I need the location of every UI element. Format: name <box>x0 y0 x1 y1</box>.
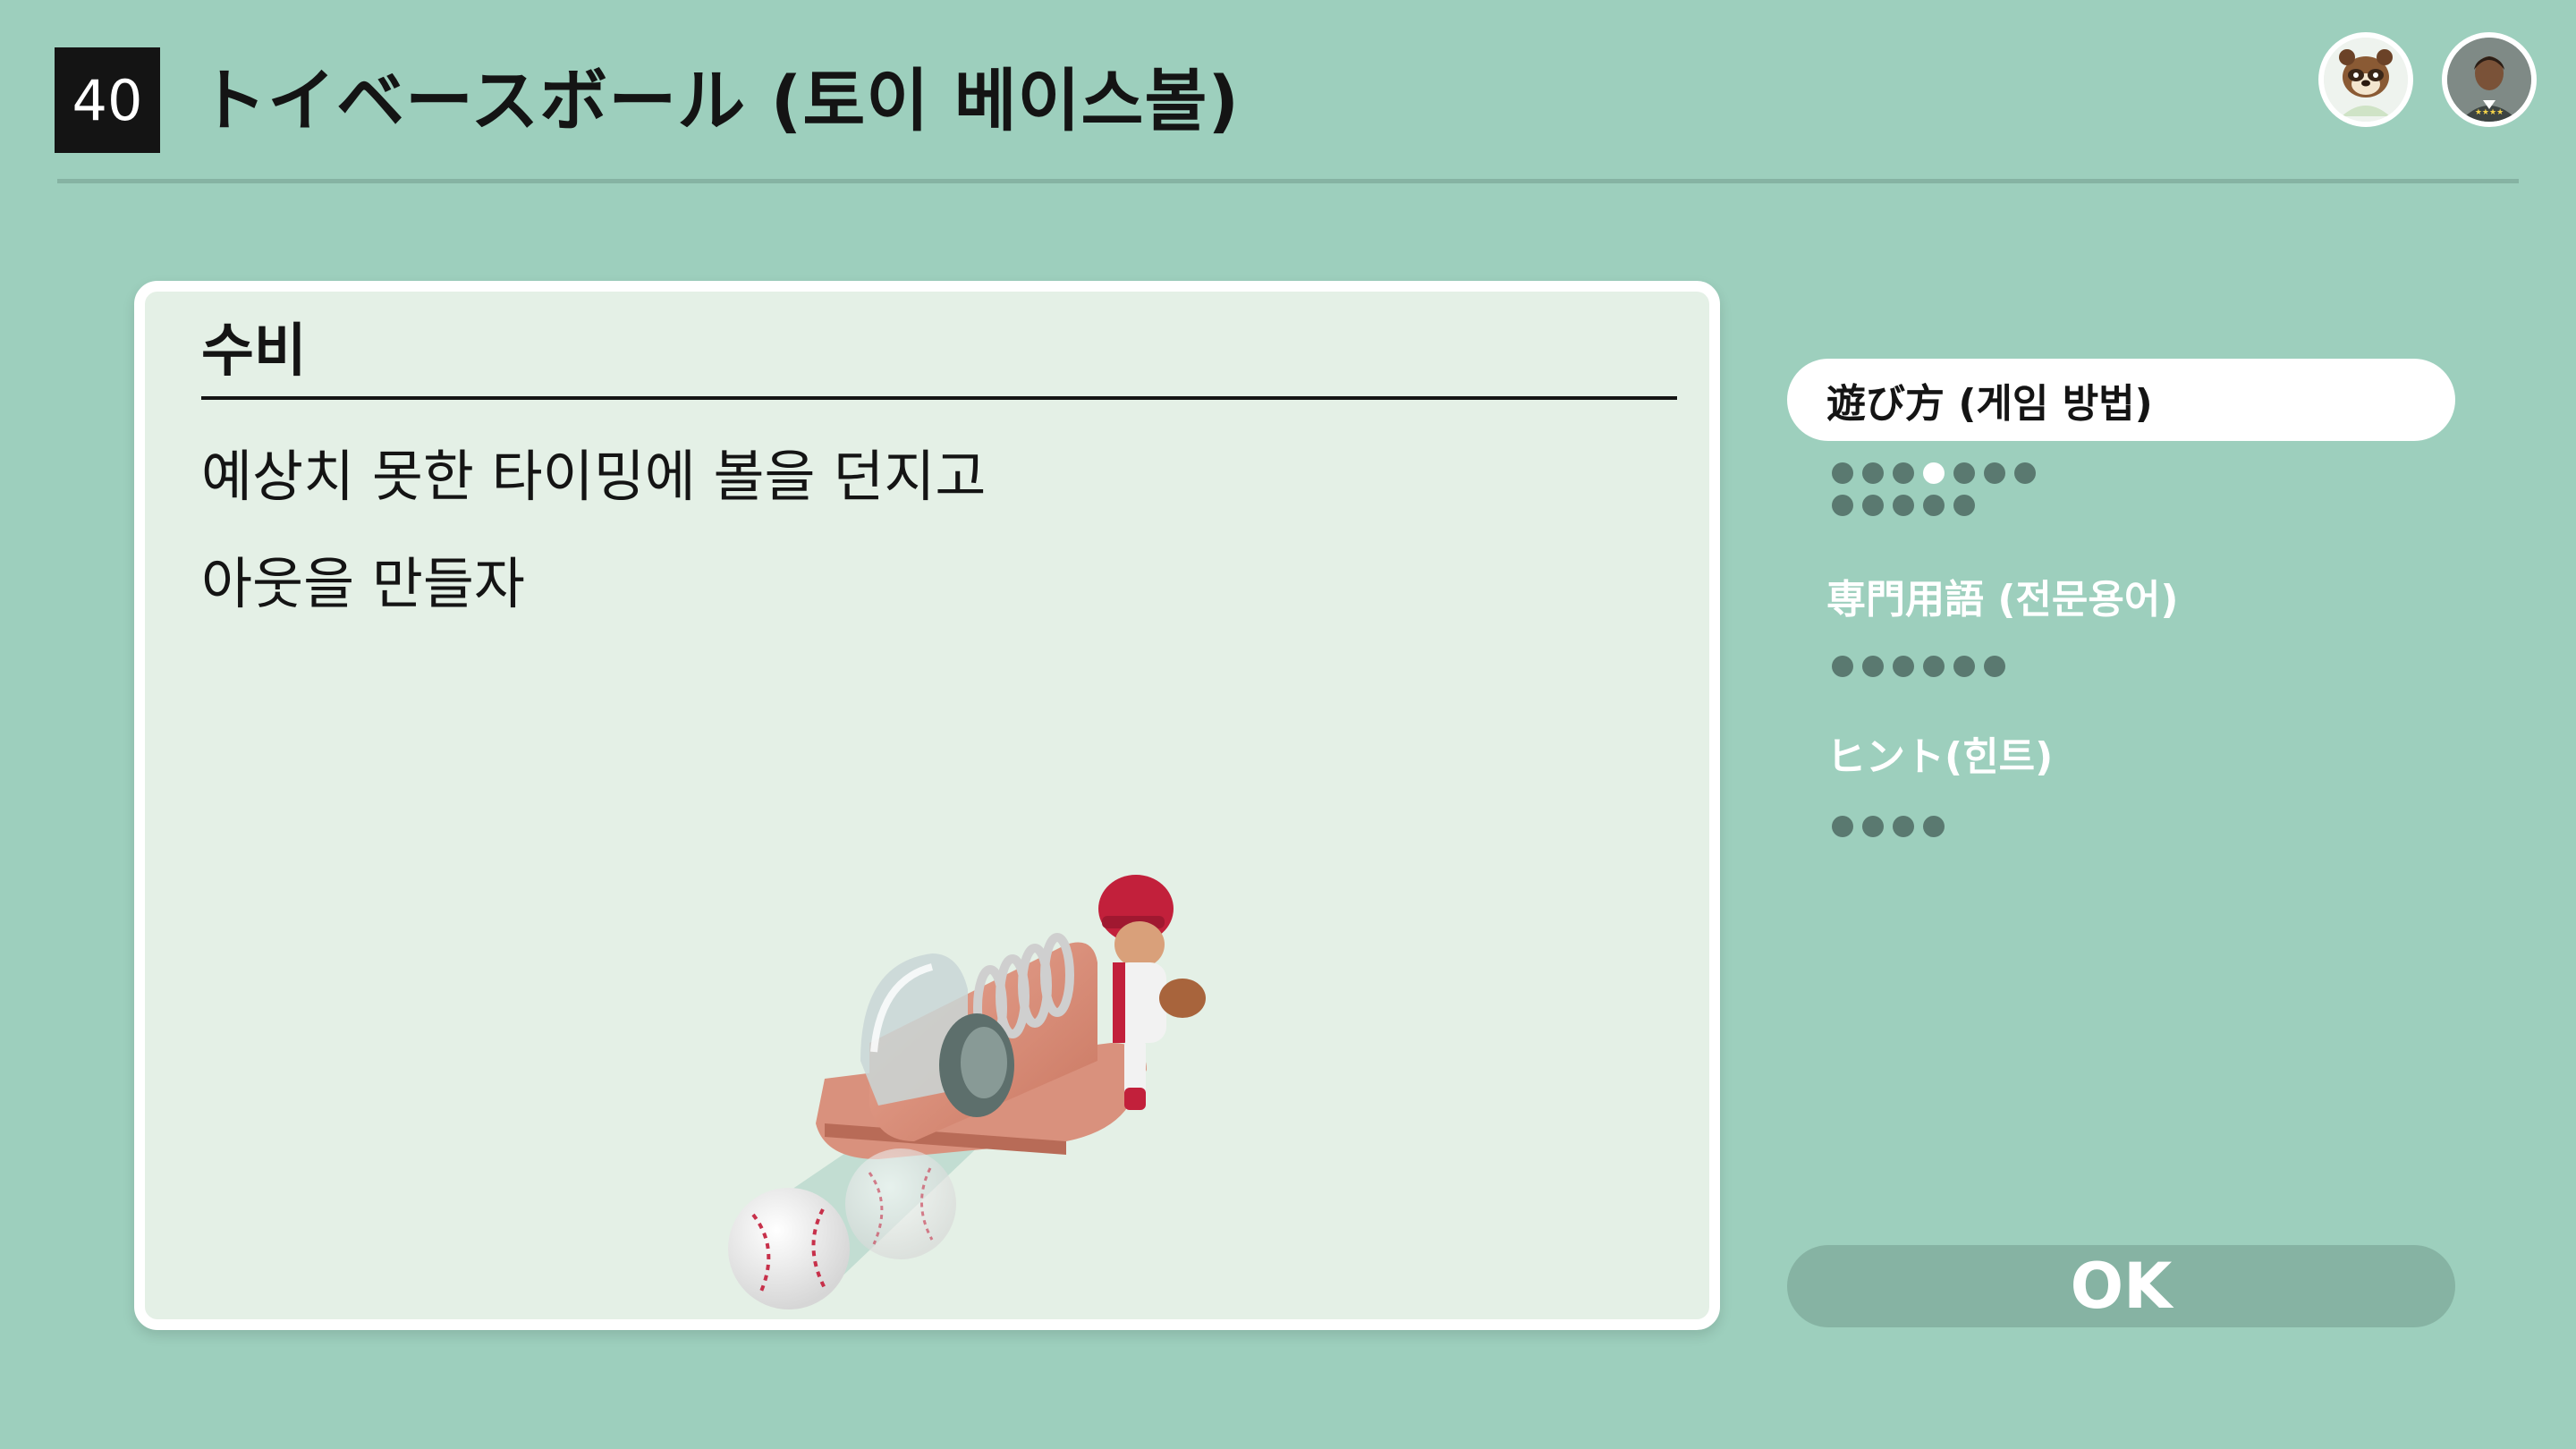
page-dot <box>1984 656 2005 677</box>
page-dot <box>1862 462 1884 484</box>
ok-button[interactable]: OK <box>1787 1245 2455 1327</box>
svg-text:★★★★: ★★★★ <box>2475 108 2504 117</box>
header-divider <box>57 179 2519 183</box>
page-dot <box>1832 462 1853 484</box>
menu-item-hints[interactable]: ヒント(힌트) <box>1787 712 2455 794</box>
page-dot-current <box>1923 462 1945 484</box>
page-dot <box>2014 462 2036 484</box>
rules-card: 수비 예상치 못한 타이밍에 볼을 던지고 아웃을 만들자 <box>134 281 1720 1330</box>
game-title: トイベースボール (토이 베이스볼) <box>199 61 1241 140</box>
page-dot <box>1893 462 1914 484</box>
page-dot <box>1832 495 1853 516</box>
page-dots-hints <box>1832 816 1945 837</box>
menu-item-how-to-play[interactable]: 遊び方 (게임 방법) <box>1787 359 2455 441</box>
card-heading: 수비 <box>201 318 307 385</box>
page-dot <box>1953 495 1975 516</box>
page-dot <box>1953 462 1975 484</box>
page-dots-terminology <box>1832 656 2005 677</box>
raccoon-character-avatar-icon[interactable] <box>2318 32 2413 127</box>
card-text-line-2: 아웃을 만들자 <box>201 551 525 616</box>
game-number-badge: 40 <box>55 47 160 153</box>
page-dot <box>1893 816 1914 837</box>
page-dot <box>1923 495 1945 516</box>
player-avatar-icon[interactable]: ★★★★ <box>2442 32 2537 127</box>
page-dots-how-to-play-row-2 <box>1832 495 1975 516</box>
toy-pitcher-illustration <box>728 875 1206 1309</box>
page-dot <box>1923 656 1945 677</box>
page-dot <box>1893 495 1914 516</box>
page-dot <box>1893 656 1914 677</box>
menu-item-label: ヒント(힌트) <box>1826 734 2054 780</box>
page-dots-how-to-play <box>1832 462 2036 484</box>
page-dot <box>1862 495 1884 516</box>
page-dot <box>1923 816 1945 837</box>
page-dot <box>1953 656 1975 677</box>
menu-item-label: 遊び方 (게임 방법) <box>1826 381 2153 427</box>
card-heading-divider <box>201 396 1677 400</box>
menu-item-label: 専門用語 (전문용어) <box>1826 577 2179 623</box>
page-dot <box>1832 816 1853 837</box>
page-dot <box>1984 462 2005 484</box>
menu-item-terminology[interactable]: 専門用語 (전문용어) <box>1787 555 2455 637</box>
page-dot <box>1832 656 1853 677</box>
page-dot <box>1862 656 1884 677</box>
page-dot <box>1862 816 1884 837</box>
card-text-line-1: 예상치 못한 타이밍에 볼을 던지고 <box>201 444 987 509</box>
